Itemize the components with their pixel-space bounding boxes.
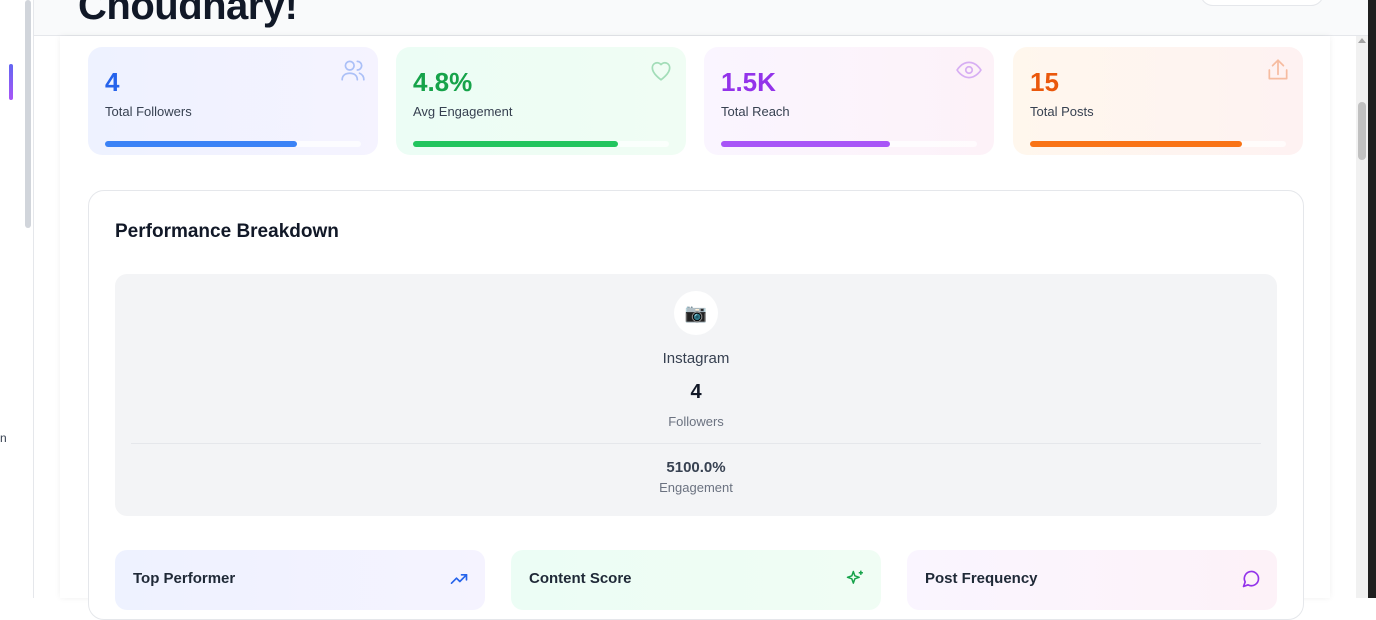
followers-count: 4 bbox=[690, 381, 702, 403]
stat-card-followers: 4 Total Followers bbox=[88, 47, 378, 155]
platform-card-instagram: 📷 Instagram 4 Followers 5100.0% Engageme… bbox=[115, 274, 1277, 516]
stat-card-reach: 1.5K Total Reach bbox=[704, 47, 994, 155]
divider bbox=[131, 443, 1261, 444]
stat-card-posts: 15 Total Posts bbox=[1013, 47, 1303, 155]
stat-label: Avg Engagement bbox=[413, 104, 513, 119]
sidebar-active-indicator bbox=[9, 64, 13, 100]
window-edge bbox=[1368, 0, 1376, 598]
page-title: Choudhary! bbox=[78, 0, 298, 28]
progress-track bbox=[1030, 141, 1286, 147]
progress-track bbox=[721, 141, 977, 147]
engagement-label: Engagement bbox=[659, 480, 733, 495]
trending-up-icon bbox=[450, 574, 468, 584]
share-icon bbox=[1268, 59, 1288, 80]
stat-value: 4 bbox=[105, 67, 120, 97]
performance-breakdown-card: Performance Breakdown 📷 Instagram 4 Foll… bbox=[88, 190, 1304, 620]
sidebar-scrollbar[interactable] bbox=[25, 0, 31, 228]
camera-icon: 📷 bbox=[674, 291, 718, 335]
insight-card-post-frequency: Post Frequency bbox=[907, 550, 1277, 610]
users-icon bbox=[341, 60, 365, 81]
stat-value: 1.5K bbox=[721, 67, 776, 97]
stat-label: Total Posts bbox=[1030, 104, 1094, 119]
progress-track bbox=[105, 141, 361, 147]
sidebar: n bbox=[0, 0, 34, 598]
progress-fill bbox=[721, 141, 890, 147]
progress-fill bbox=[105, 141, 297, 147]
insight-card-top-performer: Top Performer bbox=[115, 550, 485, 610]
stat-label: Total Followers bbox=[105, 104, 192, 119]
dashboard-content: 4 Total Followers 4.8% Avg Engagement 1.… bbox=[60, 36, 1330, 620]
insight-title: Top Performer bbox=[133, 570, 236, 587]
eye-icon bbox=[956, 61, 982, 79]
engagement-value: 5100.0% bbox=[666, 459, 726, 476]
section-title: Performance Breakdown bbox=[115, 221, 339, 242]
progress-track bbox=[413, 141, 669, 147]
platform-name: Instagram bbox=[662, 350, 730, 367]
insight-title: Content Score bbox=[529, 570, 632, 587]
stat-card-engagement: 4.8% Avg Engagement bbox=[396, 47, 686, 155]
insight-title: Post Frequency bbox=[925, 570, 1038, 587]
scroll-up-arrow-icon[interactable] bbox=[1358, 38, 1366, 43]
followers-label: Followers bbox=[668, 414, 724, 429]
sidebar-clipped-text: n bbox=[0, 431, 7, 445]
page-header: Choudhary! bbox=[34, 0, 1368, 36]
sparkles-icon bbox=[846, 570, 863, 584]
header-action-button[interactable] bbox=[1200, 0, 1324, 6]
scrollbar-thumb[interactable] bbox=[1358, 102, 1366, 160]
progress-fill bbox=[413, 141, 618, 147]
heart-icon bbox=[651, 61, 671, 81]
insight-card-content-score: Content Score bbox=[511, 550, 881, 610]
stat-value: 15 bbox=[1030, 67, 1059, 97]
stat-label: Total Reach bbox=[721, 104, 790, 119]
page-scrollbar[interactable] bbox=[1356, 36, 1368, 598]
stat-value: 4.8% bbox=[413, 67, 473, 97]
progress-fill bbox=[1030, 141, 1243, 147]
message-circle-icon bbox=[1242, 570, 1260, 588]
